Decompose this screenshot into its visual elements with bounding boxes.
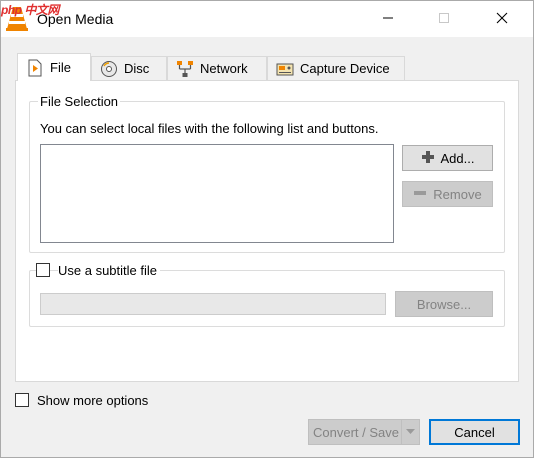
- chevron-down-icon[interactable]: [401, 420, 419, 444]
- tab-network-label: Network: [200, 61, 248, 76]
- subtitle-file-input[interactable]: [40, 293, 386, 315]
- browse-button-label: Browse...: [416, 296, 472, 312]
- add-button[interactable]: Add...: [402, 145, 493, 171]
- plus-icon: [421, 150, 435, 167]
- tab-network[interactable]: Network: [167, 56, 267, 80]
- minus-icon: [413, 186, 427, 203]
- cancel-button[interactable]: Cancel: [429, 419, 520, 445]
- show-more-options-label: Show more options: [37, 393, 149, 408]
- remove-button-label: Remove: [433, 186, 482, 202]
- window-title: Open Media: [37, 11, 114, 27]
- file-icon: [26, 59, 44, 77]
- add-button-label: Add...: [440, 150, 475, 166]
- convert-save-button[interactable]: Convert / Save: [308, 419, 420, 445]
- file-list[interactable]: [40, 144, 394, 243]
- file-selection-legend: File Selection: [38, 94, 121, 109]
- tab-disc[interactable]: Disc: [91, 56, 167, 80]
- tab-file-label: File: [50, 60, 71, 75]
- maximize-icon: [438, 12, 450, 27]
- close-button[interactable]: [479, 1, 525, 37]
- tab-file[interactable]: File: [17, 53, 91, 81]
- network-icon: [176, 60, 194, 78]
- subtitle-checkbox-label: Use a subtitle file: [58, 263, 160, 278]
- minimize-button[interactable]: [365, 1, 411, 37]
- tab-capture-device[interactable]: Capture Device: [267, 56, 405, 80]
- subtitle-checkbox[interactable]: [36, 263, 50, 277]
- open-media-dialog: php 中文网 Open Media File Disc Network Cap…: [0, 0, 534, 458]
- remove-button[interactable]: Remove: [402, 181, 493, 207]
- browse-button[interactable]: Browse...: [395, 291, 493, 317]
- convert-save-label: Convert / Save: [313, 424, 399, 440]
- maximize-button[interactable]: [421, 1, 467, 37]
- show-more-options-checkbox[interactable]: [15, 393, 29, 407]
- capture-device-icon: [276, 60, 294, 78]
- tab-capture-device-label: Capture Device: [300, 61, 390, 76]
- cancel-button-label: Cancel: [454, 424, 495, 440]
- title-bar[interactable]: php 中文网 Open Media: [1, 1, 533, 37]
- close-icon: [496, 12, 508, 27]
- file-selection-description: You can select local files with the foll…: [40, 121, 379, 136]
- tab-disc-label: Disc: [124, 61, 150, 76]
- disc-icon: [100, 60, 118, 78]
- minimize-icon: [382, 12, 394, 27]
